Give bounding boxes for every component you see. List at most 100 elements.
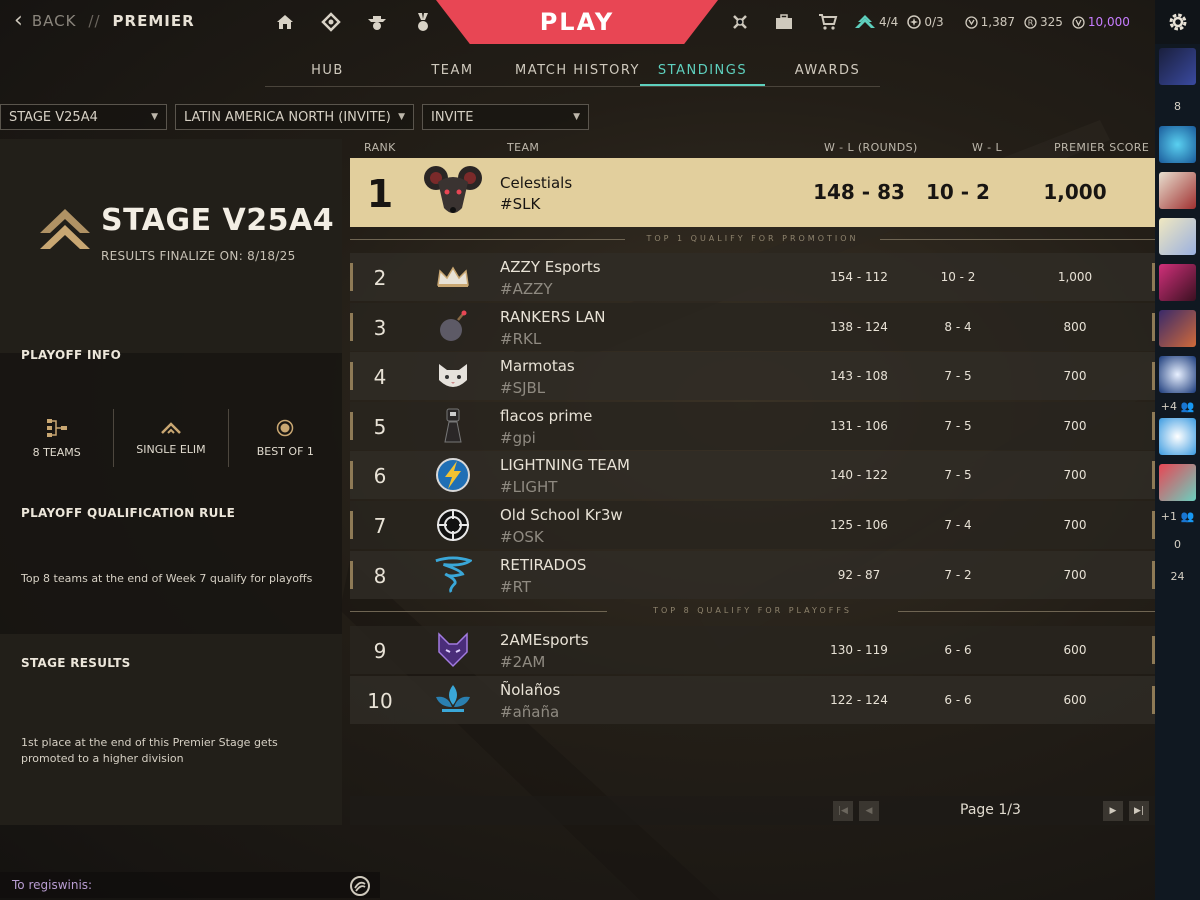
store-icon[interactable]: [806, 0, 850, 44]
kingdom-credits-icon: [964, 15, 978, 29]
row-marker: [350, 263, 353, 291]
chat-icon: [350, 876, 370, 896]
division-select[interactable]: INVITE ▼: [422, 104, 589, 130]
friend-avatar[interactable]: [1159, 418, 1196, 455]
header-wl-rounds: W - L (ROUNDS): [824, 141, 918, 154]
friend-avatar[interactable]: [1159, 218, 1196, 255]
page-indicator: Page 1/3: [960, 802, 1021, 818]
chat-input[interactable]: To regiswinis:: [0, 872, 380, 898]
collection-icon[interactable]: [762, 0, 806, 44]
tab-standings[interactable]: STANDINGS: [640, 58, 765, 86]
premier-score: 1,000: [1057, 270, 1093, 284]
next-page-button[interactable]: ▶: [1103, 801, 1123, 821]
back-button[interactable]: ‹ BACK // PREMIER: [14, 10, 195, 32]
table-row[interactable]: 9 2AMEsports #2AM 130 - 119 6 - 6 600: [350, 626, 1155, 674]
wl-rounds: 143 - 108: [830, 369, 888, 383]
career-icon[interactable]: [354, 0, 400, 44]
pagination: |◀ ◀ Page 1/3 ▶ ▶|: [350, 796, 1155, 825]
friend-avatar[interactable]: [1159, 48, 1196, 85]
tab-team[interactable]: TEAM: [390, 58, 515, 86]
people-icon: 👥: [1180, 510, 1195, 523]
row-marker: [350, 412, 353, 440]
table-row[interactable]: 8 RETIRADOS #RT 92 - 87 7 - 2 700: [350, 551, 1155, 599]
breadcrumb-separator: //: [88, 12, 101, 30]
play-button[interactable]: PLAY: [436, 0, 718, 44]
tab-match-history[interactable]: MATCH HISTORY: [515, 58, 640, 86]
chevron-up-icon: [161, 421, 181, 434]
table-row[interactable]: 10 Ñolaños #añaña 122 - 124 6 - 6 600: [350, 676, 1155, 724]
circle-icon: [277, 419, 294, 436]
agents-icon[interactable]: [308, 0, 354, 44]
back-label: BACK: [31, 12, 77, 30]
table-row[interactable]: 6 LIGHTNING TEAM #LIGHT 140 - 122 7 - 5 …: [350, 451, 1155, 499]
row-marker: [350, 362, 353, 390]
rank: 5: [373, 415, 387, 439]
tab-awards[interactable]: AWARDS: [765, 58, 890, 86]
premier-score: 700: [1063, 468, 1087, 482]
region-select-value: LATIN AMERICA NORTH (INVITE): [184, 109, 391, 125]
wl: 8 - 4: [944, 320, 972, 334]
stage-results-text: 1st place at the end of this Premier Sta…: [21, 736, 278, 765]
wl: 7 - 5: [944, 468, 972, 482]
friend-avatar[interactable]: [1159, 310, 1196, 347]
wl-rounds: 154 - 112: [830, 270, 888, 284]
rank: 3: [373, 316, 387, 340]
mission-icon: [907, 15, 922, 29]
playoff-teams-label: 8 TEAMS: [32, 445, 81, 459]
premier-score: 700: [1063, 518, 1087, 532]
prev-page-button[interactable]: ◀: [859, 801, 879, 821]
first-page-button[interactable]: |◀: [833, 801, 853, 821]
playoff-bestof-label: BEST OF 1: [256, 444, 314, 458]
chat-toggle-button[interactable]: [348, 874, 372, 898]
region-select[interactable]: LATIN AMERICA NORTH (INVITE) ▼: [175, 104, 414, 130]
last-page-button[interactable]: ▶|: [1129, 801, 1149, 821]
friend-avatar[interactable]: [1159, 356, 1196, 393]
gear-icon: [1169, 13, 1186, 31]
wl-rounds: 125 - 106: [830, 518, 888, 532]
header-premier-score: PREMIER SCORE: [1054, 141, 1150, 154]
friend-avatar[interactable]: [1159, 464, 1196, 501]
wl: 10 - 2: [940, 270, 976, 284]
home-icon[interactable]: [262, 0, 308, 44]
premier-progress[interactable]: 4/4: [854, 14, 898, 30]
table-row[interactable]: 4 Marmotas #SJBL 143 - 108 7 - 5 700: [350, 352, 1155, 400]
row-marker: [350, 461, 353, 489]
premier-score: 1,000: [1043, 180, 1107, 204]
table-row-first-place[interactable]: 1 Celestials #SLK 148 - 83 10 - 2 1,000: [350, 158, 1155, 227]
stage-select[interactable]: STAGE V25A4 ▼: [0, 104, 167, 130]
playoff-format: SINGLE ELIM: [114, 405, 227, 471]
friend-avatar[interactable]: [1159, 172, 1196, 209]
table-row[interactable]: 7 Old School Kr3w #OSK 125 - 106 7 - 4 7…: [350, 501, 1155, 549]
rank: 6: [373, 464, 387, 488]
premier-score: 700: [1063, 568, 1087, 582]
party-count: 8: [1174, 100, 1181, 113]
battlepass-icon[interactable]: [718, 0, 762, 44]
radianite-value: 325: [1039, 15, 1063, 29]
friend-avatar[interactable]: [1159, 126, 1196, 163]
table-row[interactable]: 3 RANKERS LAN #RKL 138 - 124 8 - 4 800: [350, 303, 1155, 351]
wl-rounds: 148 - 83: [813, 180, 905, 204]
table-row[interactable]: 2 AZZY Esports #AZZY 154 - 112 10 - 2 1,…: [350, 253, 1155, 301]
playoff-teams: 8 TEAMS: [0, 405, 113, 471]
social-sidebar: 8 +4 👥 +1 👥 0 24: [1155, 44, 1200, 900]
team-emblem-wolf: [434, 631, 472, 669]
wl: 6 - 6: [944, 643, 972, 657]
premier-score: 700: [1063, 369, 1087, 383]
table-row[interactable]: 5 flacos prime #gpi 131 - 106 7 - 5 700: [350, 402, 1155, 450]
promotion-threshold: TOP 1 QUALIFY FOR PROMOTION: [350, 230, 1155, 250]
mission-progress[interactable]: 0/3: [907, 15, 944, 29]
tab-hub[interactable]: HUB: [265, 58, 390, 86]
playoff-threshold: TOP 8 QUALIFY FOR PLAYOFFS: [350, 602, 1155, 622]
rank: 10: [367, 689, 393, 713]
team-name: AZZY Esports: [500, 258, 601, 276]
friend-avatar[interactable]: [1159, 264, 1196, 301]
header-team: TEAM: [507, 141, 540, 154]
team-emblem-bomb: [434, 308, 472, 346]
medal-icon[interactable]: [400, 0, 446, 44]
team-name: flacos prime: [500, 407, 593, 425]
stage-title: STAGE V25A4: [101, 203, 335, 238]
settings-button[interactable]: [1155, 0, 1200, 44]
team-name: LIGHTNING TEAM: [500, 456, 630, 474]
wl: 10 - 2: [926, 180, 990, 204]
wl: 7 - 5: [944, 419, 972, 433]
